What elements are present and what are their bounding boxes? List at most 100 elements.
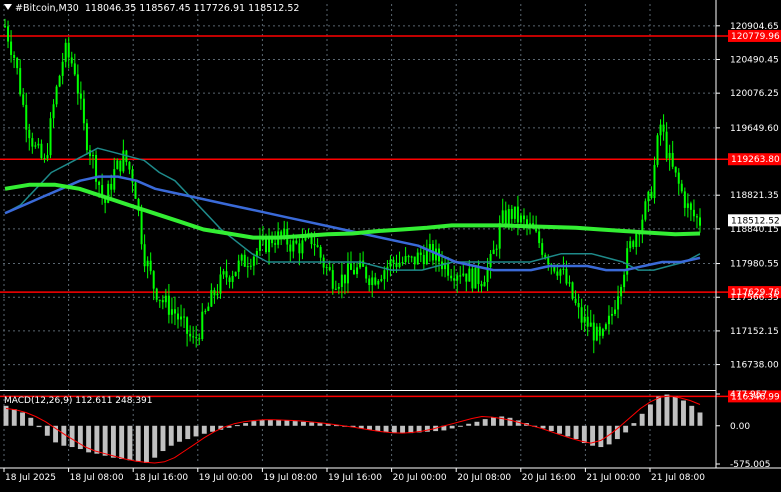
chart-title: #Bitcoin,M30 118046.35 118567.45 117726.…: [4, 3, 299, 14]
candle-body: [522, 215, 525, 220]
candle-body: [380, 279, 383, 281]
candle-body: [134, 182, 137, 199]
candle-body: [565, 268, 568, 284]
macd-bar: [623, 425, 629, 433]
candle-body: [571, 282, 574, 299]
candle-body: [67, 42, 70, 58]
price-tick-label: 120490.45: [730, 55, 779, 65]
candle-body: [610, 313, 613, 316]
candle-body: [456, 275, 459, 281]
candle-body: [340, 274, 343, 287]
horizontal-lines: 120779.96119263.80117629.76116346.99: [0, 29, 781, 403]
candle-body: [620, 287, 623, 297]
candle-body: [192, 336, 195, 338]
candle-body: [480, 284, 483, 287]
candle-body: [501, 210, 504, 223]
candle-body: [252, 256, 255, 266]
macd-bar: [449, 425, 455, 429]
candle-body: [416, 252, 419, 265]
macd-bar: [119, 425, 125, 460]
macd-bar: [185, 425, 191, 440]
macd-bar: [28, 417, 34, 426]
candle-body: [31, 138, 34, 147]
current-price-label: 118512.52: [731, 216, 780, 226]
candle-body: [82, 98, 85, 124]
candle-body: [243, 254, 246, 267]
candle-body: [671, 153, 674, 167]
candle-body: [246, 266, 249, 268]
candle-body: [662, 124, 665, 132]
candle-body: [368, 278, 371, 286]
macd-bar: [160, 425, 166, 452]
candle-body: [201, 311, 204, 340]
chart-window[interactable]: 120779.96 119263.80 117629.76 116346.99 120…: [0, 0, 781, 489]
candle-body: [447, 262, 450, 276]
candle-body: [699, 217, 701, 226]
candle-body: [650, 191, 653, 199]
macd-bar: [614, 425, 620, 440]
candle-body: [52, 104, 55, 119]
candle-body: [674, 166, 677, 173]
candle-body: [4, 26, 6, 28]
candle-body: [34, 145, 37, 147]
candle-body: [647, 191, 650, 202]
macd-bar: [36, 425, 42, 428]
candle-body: [559, 269, 562, 276]
candle-body: [377, 280, 380, 285]
time-tick-label: 20 Jul 08:00: [457, 473, 511, 483]
candle-body: [216, 293, 219, 296]
candle-body: [186, 317, 189, 334]
candle-body: [604, 324, 607, 330]
candle-body: [70, 57, 73, 64]
candle-body: [64, 42, 67, 62]
candle-body: [389, 259, 392, 267]
candle-body: [595, 326, 598, 341]
symbol-label: #Bitcoin,M30: [15, 3, 79, 14]
symbol-dropdown-icon[interactable]: [4, 4, 12, 10]
candle-body: [465, 273, 468, 282]
macd-bar: [267, 419, 273, 426]
candle-body: [19, 68, 22, 95]
candle-body: [474, 267, 477, 289]
candle-body: [167, 295, 170, 315]
candle-body: [656, 135, 659, 165]
time-tick-label: 21 Jul 08:00: [651, 473, 705, 483]
macd-bar: [102, 425, 108, 456]
macd-bar: [573, 425, 579, 440]
candle-body: [513, 206, 516, 219]
macd-bar: [656, 396, 662, 426]
candle-body: [152, 271, 155, 289]
candle-body: [617, 296, 620, 310]
macd-title: MACD(12,26,9) 112.611 248.391: [4, 396, 153, 406]
candle-body: [589, 322, 592, 327]
candle-body: [7, 26, 10, 42]
candle-body: [538, 231, 541, 244]
macd-tick-label: 0.00: [730, 422, 750, 432]
macd-bar: [647, 404, 653, 426]
chart-canvas[interactable]: 120779.96119263.80117629.76116346.99 120…: [0, 0, 781, 489]
candle-body: [325, 267, 328, 269]
candle-body: [598, 326, 601, 336]
candle-body: [110, 183, 113, 190]
candle-body: [140, 210, 143, 245]
candle-body: [116, 160, 119, 170]
macd-bar: [598, 425, 604, 448]
macd-bar: [317, 423, 323, 426]
candle-body: [161, 300, 164, 303]
macd-bar: [193, 425, 199, 437]
candle-body: [371, 277, 374, 286]
time-tick-label: 20 Jul 00:00: [393, 473, 447, 483]
candle-body: [353, 269, 356, 275]
candle-body: [213, 290, 216, 296]
candle-body: [680, 183, 683, 192]
candle-body: [331, 270, 334, 289]
candle-body: [195, 337, 198, 339]
candle-body: [22, 94, 25, 105]
candle-body: [198, 338, 201, 340]
time-tick-label: 19 Jul 16:00: [328, 473, 382, 483]
candle-body: [49, 118, 52, 156]
candle-body: [183, 316, 186, 318]
candle-body: [158, 299, 161, 301]
candle-body: [686, 203, 689, 208]
macd-bar: [69, 425, 75, 448]
